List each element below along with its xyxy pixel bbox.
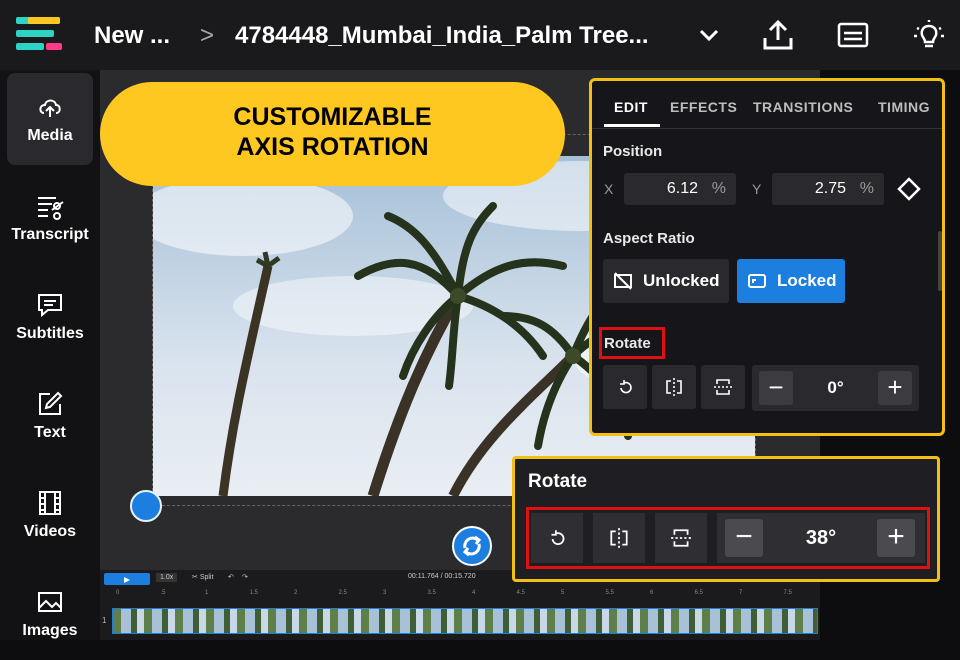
rotate-button[interactable] [603,365,647,409]
sidebar-item-text[interactable]: Text [7,370,93,462]
tab-transitions[interactable]: TRANSITIONS [753,99,853,115]
y-position-input[interactable]: 2.75 % [772,173,884,205]
zoom-select[interactable]: 1.0x [156,573,178,582]
increase-rotation-button[interactable]: + [878,371,912,405]
rotate-controls-highlight-box [526,507,930,569]
rotation-stepper: − 0° + [752,365,919,411]
ruler-tick-label: 5.5 [605,590,614,596]
text-edit-icon [39,391,63,415]
sidebar-item-transcript[interactable]: Transcript [7,172,93,264]
sidebar-label: Subtitles [16,325,84,342]
lock-ratio-icon [748,274,766,288]
ruler-tick-label: 6.5 [694,590,703,596]
sidebar-item-videos[interactable]: Videos [7,469,93,561]
left-sidebar: Media Transcript Subtitles Text Videos I… [0,70,100,640]
panel-scrollbar[interactable] [938,231,942,291]
flip-vertical-button[interactable] [701,365,745,409]
ruler-tick-label: 1.5 [249,590,258,596]
undo-icon[interactable]: ↶ [228,573,234,581]
x-unit: % [711,180,726,197]
active-tab-indicator [604,124,660,127]
timeline-ruler[interactable]: 0 .5 1 1.5 2 2.5 3 3.5 4 4.5 5 5.5 6 6.5 7 7.5 [100,588,820,602]
split-button[interactable]: ✂ Split [192,573,213,581]
track-number: 1 [102,616,107,625]
sidebar-label: Media [27,127,73,144]
breadcrumb-separator: > [200,22,215,49]
tab-effects[interactable]: EFFECTS [670,99,737,115]
feature-callout: CUSTOMIZABLE AXIS ROTATION [100,82,565,186]
sidebar-item-subtitles[interactable]: Subtitles [7,271,93,363]
ruler-tick-label: 0 [116,590,120,596]
callout-line-2: AXIS ROTATION [236,133,429,161]
flip-horizontal-icon [666,378,682,396]
video-track-clip[interactable] [112,608,818,634]
sidebar-label: Transcript [11,226,89,243]
ruler-tick-label: 1 [205,590,209,596]
image-icon [38,592,62,612]
logo-icon[interactable] [16,14,66,54]
position-handle[interactable] [130,490,162,522]
x-value: 6.12 [666,180,698,197]
play-button[interactable] [104,573,150,585]
ruler-tick-label: .5 [160,590,166,596]
ruler-tick-label: 5 [561,590,565,596]
aspect-ratio-label: Aspect Ratio [603,230,695,247]
sidebar-label: Images [22,622,78,639]
unlocked-label: Unlocked [643,271,720,290]
ruler-tick-label: 3 [383,590,387,596]
chevron-down-icon[interactable] [698,24,720,46]
film-icon [39,491,61,515]
rotate-zoom-panel: Rotate − 38° + [512,456,940,582]
flip-vertical-icon [714,379,732,395]
lightbulb-icon[interactable] [912,18,946,52]
ruler-tick-label: 7.5 [783,590,792,596]
callout-line-1: CUSTOMIZABLE [233,103,432,131]
edit-panel: EDIT EFFECTS TRANSITIONS TIMING Position… [589,78,945,436]
sidebar-label: Text [34,424,66,441]
file-name[interactable]: 4784448_Mumbai_India_Palm Tree... [235,22,649,50]
unlocked-button[interactable]: Unlocked [603,259,729,303]
sidebar-item-images[interactable]: Images [7,568,93,660]
project-name[interactable]: New ... [94,22,170,50]
play-icon [124,577,130,583]
panel-tabs: EDIT EFFECTS TRANSITIONS TIMING [592,81,942,129]
ruler-tick-label: 6 [650,590,654,596]
locked-button[interactable]: Locked [737,259,845,303]
upload-icon[interactable] [761,18,795,52]
ruler-tick-label: 4.5 [516,590,525,596]
split-label: Split [199,574,214,581]
ruler-tick-label: 2.5 [338,590,347,596]
sidebar-item-media[interactable]: Media [7,73,93,165]
rotate-label: Rotate [604,335,651,352]
ruler-tick-label: 4 [472,590,476,596]
ruler-tick-label: 7 [739,590,743,596]
transcript-icon [38,197,64,220]
ruler-tick-label: 3.5 [427,590,436,596]
top-bar: New ... > 4784448_Mumbai_India_Palm Tree… [0,0,960,70]
x-axis-label: X [604,181,614,197]
rotate-handle[interactable] [452,526,492,566]
y-unit: % [859,180,874,197]
rotate-icon [462,535,482,557]
sidebar-label: Videos [23,523,77,540]
subtitles-icon [38,294,62,318]
unlock-ratio-icon [614,272,632,290]
tab-timing[interactable]: TIMING [878,99,930,115]
redo-icon[interactable]: ↷ [242,573,248,581]
y-value: 2.75 [814,180,846,197]
y-axis-label: Y [752,181,762,197]
timecode: 00:11.764 / 00:15.720 [408,573,476,580]
rotate-zoom-title: Rotate [528,471,588,492]
tab-edit[interactable]: EDIT [614,99,648,115]
media-upload-icon [39,99,61,117]
locked-label: Locked [777,271,837,290]
ruler-tick-label: 2 [294,590,298,596]
subtitles-icon[interactable] [836,18,870,52]
flip-horizontal-button[interactable] [652,365,696,409]
rotate-icon [620,380,632,394]
x-position-input[interactable]: 6.12 % [624,173,736,205]
position-label: Position [603,143,663,160]
keyframe-diamond-icon[interactable] [897,177,921,201]
